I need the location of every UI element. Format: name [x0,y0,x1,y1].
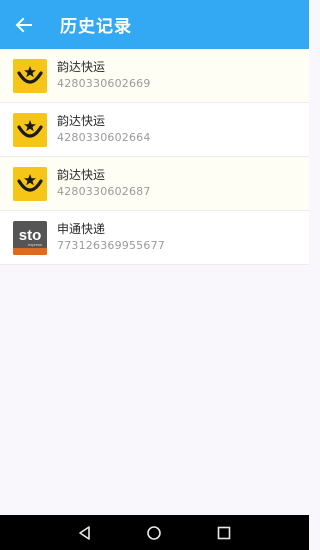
company-name: 韵达快运 [57,60,106,74]
company-name: 韵达快运 [57,168,106,182]
tracking-number: 4280330602687 [57,185,151,198]
nav-home-button[interactable] [139,518,169,548]
app-bar: 历史记录 [0,0,309,49]
circle-home-icon [147,525,162,540]
history-item[interactable]: sto express 申通快递 773126369955677 [0,211,309,265]
yunda-logo [13,58,47,93]
history-item[interactable]: 韵达快运 4280330602664 [0,103,309,157]
arrow-left-icon [15,17,32,32]
page-title: 历史记录 [60,17,132,37]
yunda-logo [13,112,47,147]
nav-back-button[interactable] [70,518,100,548]
nav-recents-button[interactable] [209,518,239,548]
history-list: 韵达快运 4280330602669 韵达快运 4280330602664 韵达 [0,49,309,265]
square-recents-icon [217,526,231,539]
system-nav-bar [0,515,309,550]
triangle-back-icon [79,525,90,540]
sto-logo: sto express [13,220,47,255]
tracking-number: 773126369955677 [57,239,165,252]
company-name: 申通快递 [57,222,106,236]
history-item[interactable]: 韵达快运 4280330602687 [0,157,309,211]
tracking-number: 4280330602664 [57,131,151,144]
yunda-logo [13,166,47,201]
sto-logo-subtext: express [28,242,42,247]
tracking-number: 4280330602669 [57,77,151,90]
company-name: 韵达快运 [57,114,106,128]
back-button[interactable] [0,0,48,49]
history-item[interactable]: 韵达快运 4280330602669 [0,49,309,103]
